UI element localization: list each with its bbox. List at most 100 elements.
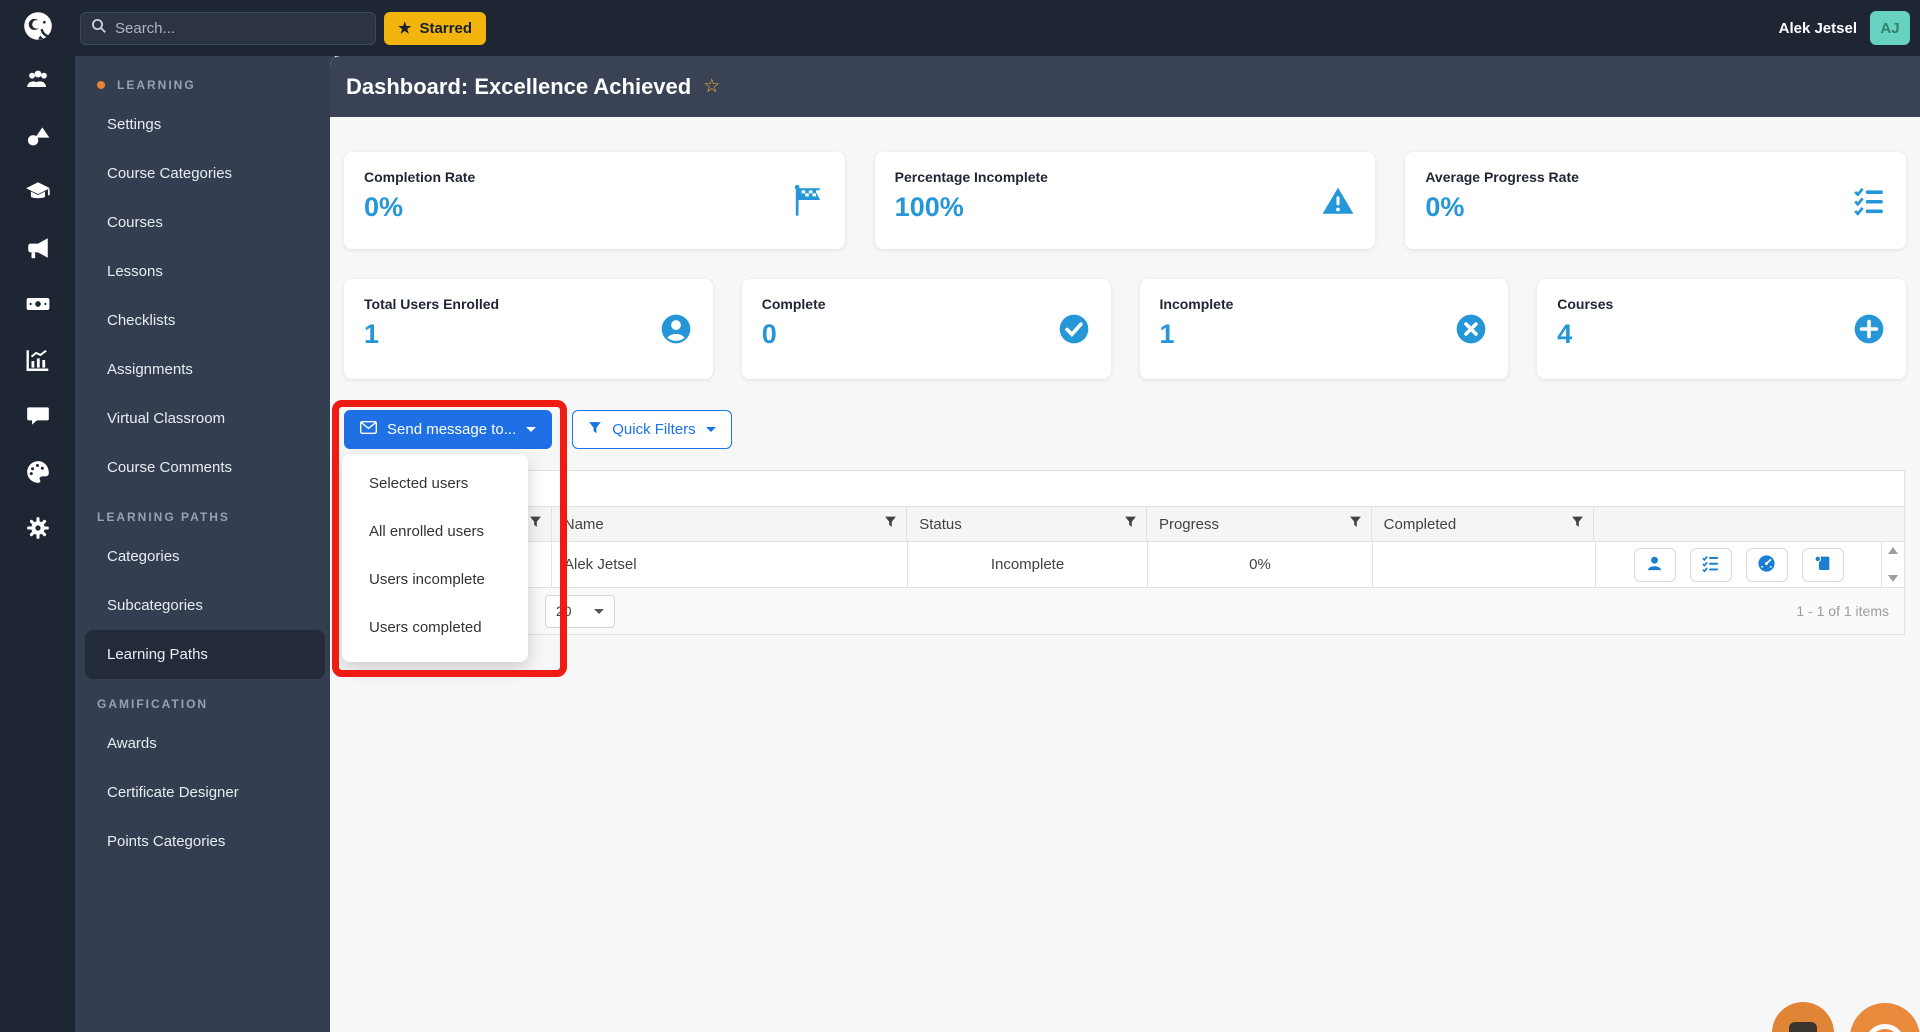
chat-bubble-icon — [1789, 1022, 1817, 1032]
favorite-star-icon[interactable]: ☆ — [703, 75, 720, 98]
menu-item-users-incomplete[interactable]: Users incomplete — [342, 555, 528, 603]
stat-label: Courses — [1557, 296, 1614, 312]
chevron-down-icon — [526, 427, 537, 432]
grid-scrollbar[interactable] — [1882, 542, 1904, 587]
starred-button[interactable]: ★ Starred — [384, 11, 486, 45]
row-status-cell: Incomplete — [908, 542, 1148, 587]
sidebar-item-courses[interactable]: Courses — [85, 198, 325, 247]
check-circle-icon — [1057, 312, 1091, 346]
scroll-down-icon[interactable] — [1888, 575, 1898, 582]
quick-filters-button[interactable]: Quick Filters — [572, 410, 732, 449]
shapes-icon[interactable] — [23, 121, 53, 151]
stat-value: 1 — [1159, 319, 1175, 349]
stat-value: 4 — [1557, 319, 1573, 349]
scroll-up-icon[interactable] — [1888, 547, 1898, 554]
sidebar-item-course-comments[interactable]: Course Comments — [85, 443, 325, 492]
chevron-down-icon — [705, 427, 716, 432]
analytics-icon[interactable] — [23, 345, 53, 375]
users-icon[interactable] — [23, 65, 53, 95]
stat-label: Complete — [761, 296, 826, 312]
send-message-button[interactable]: Send message to... — [344, 410, 553, 449]
stat-card-percentage-incomplete: Percentage Incomplete 100% — [874, 152, 1376, 249]
row-actions-cell — [1596, 542, 1882, 587]
certificate-scroll-icon — [1813, 554, 1832, 576]
user-name[interactable]: Alek Jetsel — [1779, 20, 1857, 37]
row-name-cell: Alek Jetsel — [552, 542, 908, 587]
stat-card-incomplete: Incomplete 1 — [1139, 279, 1509, 379]
grid-header-row: Name Status Progress Completed — [346, 507, 1904, 542]
filter-funnel-icon[interactable] — [1349, 516, 1362, 533]
stat-label: Percentage Incomplete — [894, 169, 1048, 185]
stat-card-average-progress-rate: Average Progress Rate 0% — [1405, 152, 1907, 249]
sidebar-item-virtual-classroom[interactable]: Virtual Classroom — [85, 394, 325, 443]
filter-funnel-icon[interactable] — [884, 516, 897, 533]
stat-value: 100% — [894, 192, 964, 222]
column-header-completed[interactable]: Completed — [1372, 507, 1595, 541]
filter-funnel-icon[interactable] — [529, 516, 542, 533]
checklist-button[interactable] — [1689, 547, 1732, 582]
filter-funnel-icon[interactable] — [1124, 516, 1137, 533]
menu-item-all-enrolled-users[interactable]: All enrolled users — [342, 507, 528, 555]
column-header-progress[interactable]: Progress — [1147, 507, 1372, 541]
column-header-status[interactable]: Status — [907, 507, 1147, 541]
filter-funnel-icon[interactable] — [1571, 516, 1584, 533]
avatar[interactable]: AJ — [1870, 11, 1910, 45]
section-header-learning: LEARNING — [75, 70, 335, 100]
task-list-icon — [1701, 554, 1720, 576]
certificate-button[interactable] — [1801, 547, 1844, 582]
table-row[interactable]: Alek Jetsel Incomplete 0% — [346, 542, 1904, 588]
messages-icon[interactable] — [23, 401, 53, 431]
column-header-name[interactable]: Name — [552, 507, 908, 541]
task-list-icon — [1852, 184, 1886, 218]
page-size-select[interactable]: 20 — [545, 594, 615, 628]
column-header-actions — [1594, 507, 1880, 541]
page-header: Dashboard: Excellence Achieved ☆ — [330, 56, 1920, 117]
sidebar: LEARNING Settings Course Categories Cour… — [75, 56, 335, 1032]
stat-value: 0 — [761, 319, 777, 349]
stat-label: Incomplete — [1159, 296, 1234, 312]
megaphone-icon[interactable] — [23, 233, 53, 263]
sidebar-item-lessons[interactable]: Lessons — [85, 247, 325, 296]
menu-item-selected-users[interactable]: Selected users — [342, 459, 528, 507]
sidebar-item-categories[interactable]: Categories — [85, 532, 325, 581]
filter-funnel-icon — [588, 421, 612, 439]
settings-gear-icon[interactable] — [23, 513, 53, 543]
sidebar-item-subcategories[interactable]: Subcategories — [85, 581, 325, 630]
design-palette-icon[interactable] — [23, 457, 53, 487]
search-input[interactable] — [115, 19, 355, 37]
billing-icon[interactable] — [23, 289, 53, 319]
stat-value: 1 — [364, 319, 380, 349]
sidebar-item-assignments[interactable]: Assignments — [85, 345, 325, 394]
stats-row-2: Total Users Enrolled 1 Complete 0 Incomp… — [344, 279, 1906, 379]
elephant-logo-icon — [21, 9, 55, 48]
sidebar-item-checklists[interactable]: Checklists — [85, 296, 325, 345]
page-title: Dashboard: Excellence Achieved — [346, 73, 692, 99]
app-logo[interactable] — [0, 9, 75, 48]
sidebar-item-settings[interactable]: Settings — [85, 100, 325, 149]
menu-item-users-completed[interactable]: Users completed — [342, 603, 528, 651]
brand-ring-icon — [1865, 1024, 1905, 1032]
chevron-down-icon — [594, 608, 604, 614]
icon-rail — [0, 56, 75, 1032]
main-content: Dashboard: Excellence Achieved ☆ Complet… — [330, 56, 1920, 1032]
sidebar-item-learning-paths[interactable]: Learning Paths — [85, 630, 325, 679]
view-user-button[interactable] — [1633, 547, 1676, 582]
sidebar-item-awards[interactable]: Awards — [85, 719, 325, 768]
star-filled-icon: ★ — [398, 20, 412, 37]
table-toolbar: Send message to... Quick Filters — [344, 410, 1906, 449]
search-box[interactable] — [80, 11, 376, 45]
sidebar-item-points-categories[interactable]: Points Categories — [85, 817, 325, 866]
send-message-label: Send message to... — [387, 421, 517, 438]
sidebar-item-certificate-designer[interactable]: Certificate Designer — [85, 768, 325, 817]
stat-card-complete: Complete 0 — [741, 279, 1111, 379]
users-grid: Name Status Progress Completed Alek Jets… — [345, 470, 1905, 635]
checkered-flag-icon — [791, 184, 825, 218]
stat-card-courses: Courses 4 — [1537, 279, 1906, 379]
quick-filters-label: Quick Filters — [612, 421, 696, 438]
graduation-cap-icon[interactable] — [23, 177, 53, 207]
send-message-dropdown: Selected users All enrolled users Users … — [342, 454, 528, 662]
stat-value: 0% — [1425, 192, 1465, 222]
gauge-button[interactable] — [1745, 547, 1788, 582]
sidebar-item-course-categories[interactable]: Course Categories — [85, 149, 325, 198]
row-completed-cell — [1373, 542, 1596, 587]
